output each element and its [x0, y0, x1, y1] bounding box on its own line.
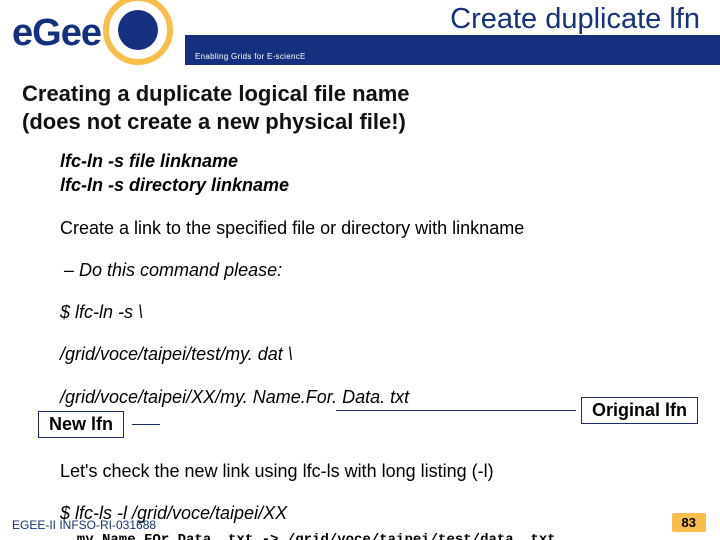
heading-line1: Creating a duplicate logical file name — [22, 81, 410, 106]
footer-id: EGEE-II INFSO-RI-031688 — [12, 518, 156, 532]
label-new-lfn: New lfn — [38, 411, 124, 438]
annotation-row: New lfn Original lfn — [60, 411, 700, 441]
command-output: … my.Name.FOr.Data. txt -> /grid/voce/ta… — [60, 532, 700, 540]
check-text: Let's check the new link using lfc-ls wi… — [60, 459, 700, 483]
page-number: 83 — [672, 513, 706, 532]
connector-left — [132, 424, 160, 425]
label-original-lfn: Original lfn — [581, 397, 698, 424]
command-syntax-1: lfc-ln -s file linkname — [60, 149, 700, 173]
footer: EGEE-II INFSO-RI-031688 83 — [12, 513, 706, 532]
tagline: Enabling Grids for E-sciencE — [195, 52, 306, 61]
svg-text:eGee: eGee — [12, 12, 101, 54]
heading-line2: (does not create a new physical file!) — [22, 109, 406, 134]
example-line-2: /grid/voce/taipei/test/my. dat \ — [60, 342, 700, 366]
heading: Creating a duplicate logical file name (… — [22, 80, 700, 135]
slide: eGee Enabling Grids for E-sciencE Create… — [0, 0, 720, 540]
slide-title: Create duplicate lfn — [200, 3, 700, 36]
connector-right — [336, 410, 576, 411]
command-syntax-2: lfc-ln -s directory linkname — [60, 173, 700, 197]
egee-logo: eGee — [0, 0, 185, 65]
example-line-1: $ lfc-ln -s \ — [60, 300, 700, 324]
body-block: lfc-ln -s file linkname lfc-ln -s direct… — [60, 149, 700, 540]
content-area: Creating a duplicate logical file name (… — [20, 80, 700, 500]
description: Create a link to the specified file or d… — [60, 216, 700, 240]
instruction-line: – Do this command please: — [64, 258, 700, 282]
